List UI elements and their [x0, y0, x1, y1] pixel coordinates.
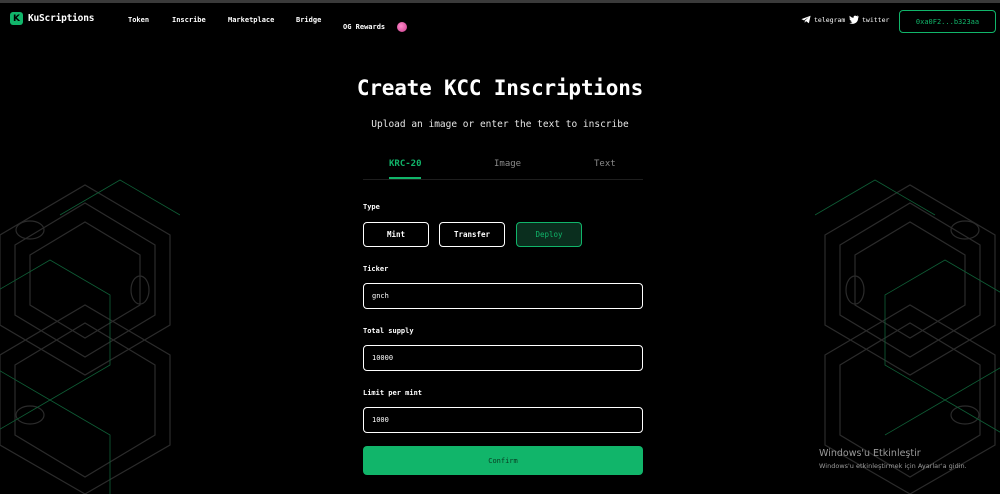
decorative-pattern-right	[815, 179, 1000, 494]
nav-link-bridge[interactable]: Bridge	[296, 16, 321, 24]
type-deploy-button[interactable]: Deploy	[516, 222, 582, 247]
limit-per-mint-label: Limit per mint	[363, 389, 423, 397]
ticker-input[interactable]	[363, 283, 643, 309]
fire-icon	[396, 22, 407, 32]
top-nav: K KuScriptions Token Inscribe Marketplac…	[0, 3, 1000, 39]
nav-link-og-rewards-label: OG Rewards	[343, 23, 386, 31]
type-transfer-button[interactable]: Transfer	[439, 222, 505, 247]
twitter-icon	[849, 15, 859, 24]
nav-link-og-rewards[interactable]: OG Rewards	[343, 14, 407, 33]
limit-per-mint-input[interactable]	[363, 407, 643, 433]
nav-link-inscribe[interactable]: Inscribe	[172, 16, 206, 24]
telegram-link[interactable]: telegram	[801, 15, 845, 24]
total-supply-input[interactable]	[363, 345, 643, 371]
type-label: Type	[363, 203, 380, 211]
tab-text[interactable]: Text	[594, 159, 616, 169]
wallet-button[interactable]: 0xa0F2...b323aa	[899, 10, 996, 33]
active-tab-indicator	[389, 177, 421, 179]
twitter-label: twitter	[862, 15, 890, 24]
page-subtitle: Upload an image or enter the text to ins…	[371, 119, 629, 130]
nav-link-marketplace[interactable]: Marketplace	[228, 16, 274, 24]
tab-krc20[interactable]: KRC-20	[389, 159, 422, 169]
tab-image[interactable]: Image	[494, 159, 521, 169]
logo[interactable]: K KuScriptions	[10, 12, 94, 25]
telegram-icon	[801, 15, 811, 24]
telegram-label: telegram	[814, 15, 846, 24]
total-supply-label: Total supply	[363, 327, 414, 335]
ticker-label: Ticker	[363, 265, 389, 273]
page-title: Create KCC Inscriptions	[356, 76, 644, 100]
decorative-pattern-left	[0, 179, 180, 494]
inscription-tabs: KRC-20 Image Text	[363, 152, 643, 180]
watermark-title: Windows'u Etkinleştir	[819, 448, 921, 459]
windows-activation-watermark: Windows'u Etkinleştir Windows'u etkinleş…	[819, 448, 967, 470]
type-mint-button[interactable]: Mint	[363, 222, 429, 247]
logo-icon: K	[10, 12, 23, 25]
twitter-link[interactable]: twitter	[849, 15, 889, 24]
confirm-button[interactable]: Confirm	[363, 446, 643, 475]
watermark-subtitle: Windows'u etkinleştirmek için Ayarlar'a …	[819, 462, 967, 470]
logo-text: KuScriptions	[28, 13, 95, 24]
nav-link-token[interactable]: Token	[128, 16, 149, 24]
